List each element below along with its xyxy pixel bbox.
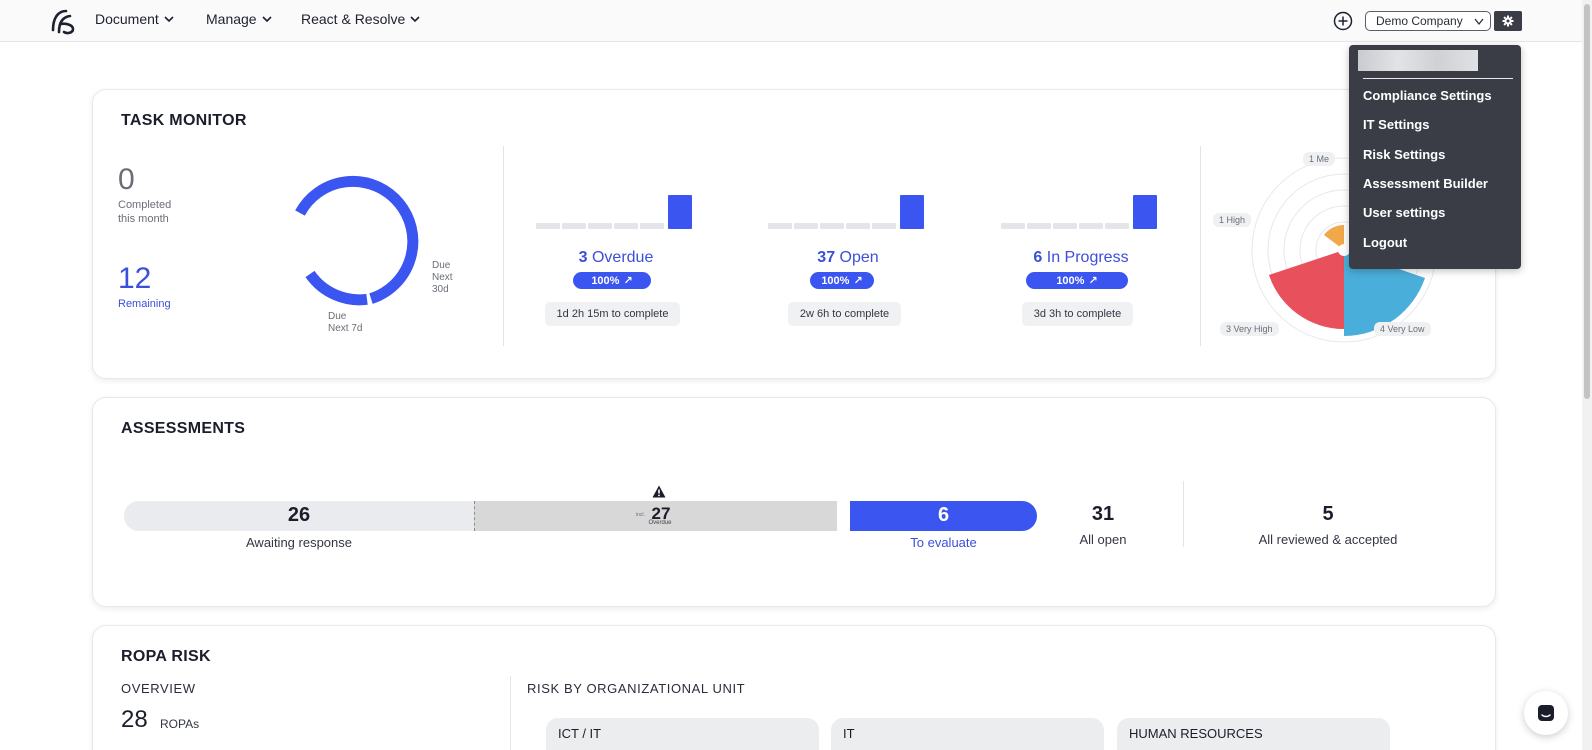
arrow-up-right-icon: ↗: [623, 275, 633, 287]
top-navigation: Document Manage React & Resolve Demo Com…: [0, 0, 1592, 42]
due-next-30d-label: Due Next 30d: [432, 260, 453, 295]
org-unit-ict-it[interactable]: ICT / IT: [546, 718, 819, 750]
nav-document[interactable]: Document: [95, 11, 174, 27]
menu-item-logout[interactable]: Logout: [1363, 235, 1407, 250]
assessments-card: ASSESSMENTS 26 Awaiting response incl. 2…: [92, 397, 1496, 607]
overdue-sublabel: Overdue: [648, 520, 672, 526]
chevron-down-icon: [1474, 18, 1484, 26]
scrollbar-thumb[interactable]: [1584, 4, 1590, 399]
due-next-7d-label: Due Next 7d: [328, 311, 363, 334]
reviewed-label: All reviewed & accepted: [1258, 532, 1398, 547]
awaiting-label: Awaiting response: [246, 535, 352, 550]
nav-react-resolve[interactable]: React & Resolve: [301, 11, 420, 27]
mini-bar-chart: [1001, 193, 1161, 229]
chat-button[interactable]: [1524, 691, 1568, 735]
org-unit-it[interactable]: IT: [831, 718, 1104, 750]
page-scrollbar[interactable]: [1582, 0, 1592, 750]
metric-label: Open: [839, 249, 879, 266]
chevron-down-icon: [164, 16, 174, 23]
risk-by-unit-label: RISK BY ORGANIZATIONAL UNIT: [527, 681, 746, 696]
ropa-count: 28: [121, 706, 148, 733]
warning-icon: [652, 485, 666, 498]
metric-count: 37: [817, 249, 836, 266]
divider: [503, 146, 504, 346]
ropa-risk-card: ROPA RISK OVERVIEW 28 ROPAs RISK BY ORGA…: [92, 625, 1496, 750]
percent-pill: 100% ↗: [810, 272, 874, 289]
radar-label-very-high: 3 Very High: [1220, 322, 1279, 336]
pill-value: 100%: [591, 274, 620, 287]
metric-count: 3: [578, 249, 588, 266]
add-icon[interactable]: [1333, 11, 1353, 31]
radar-label-very-low: 4 Very Low: [1374, 322, 1431, 336]
menu-separator: [1363, 78, 1513, 79]
card-title: ASSESSMENTS: [121, 420, 246, 437]
metric-title: 6 In Progress: [1001, 249, 1161, 267]
divider: [510, 676, 511, 750]
settings-button[interactable]: [1494, 11, 1522, 31]
menu-item-it-settings[interactable]: IT Settings: [1363, 117, 1429, 132]
org-unit-human-resources[interactable]: HUMAN RESOURCES: [1117, 718, 1390, 750]
overdue-prefix: incl.: [636, 512, 645, 518]
remaining-label: Remaining: [118, 298, 171, 310]
divider: [1200, 146, 1201, 346]
company-select-value: Demo Company: [1376, 14, 1463, 28]
completed-count: 0: [118, 163, 135, 196]
metric-label: In Progress: [1046, 249, 1129, 266]
task-monitor-card: TASK MONITOR 0 Completed this month 12 R…: [92, 89, 1496, 379]
menu-item-risk-settings[interactable]: Risk Settings: [1363, 147, 1445, 162]
menu-item-compliance-settings[interactable]: Compliance Settings: [1363, 88, 1492, 103]
all-open-label: All open: [1079, 532, 1127, 547]
nav-react-resolve-label: React & Resolve: [301, 11, 406, 27]
menu-item-assessment-builder[interactable]: Assessment Builder: [1363, 176, 1488, 191]
mini-bar-chart: [768, 193, 928, 229]
user-name-redacted: [1358, 50, 1478, 71]
card-title: TASK MONITOR: [121, 112, 247, 129]
to-evaluate-label[interactable]: To evaluate: [850, 535, 1037, 550]
metric-title: 37 Open: [768, 249, 928, 267]
app-logo-icon[interactable]: [48, 6, 78, 36]
gear-icon: [1502, 15, 1514, 27]
chevron-down-icon: [410, 16, 420, 23]
time-to-complete: 3d 3h to complete: [1022, 302, 1133, 326]
overview-label: OVERVIEW: [121, 681, 196, 696]
percent-pill: 100% ↗: [1026, 272, 1128, 289]
pill-value: 100%: [1056, 274, 1085, 287]
all-open-count: 31: [1091, 503, 1115, 525]
time-to-complete: 2w 6h to complete: [788, 302, 901, 326]
chat-icon: [1538, 705, 1554, 721]
mini-bar-chart: [536, 193, 696, 229]
company-select[interactable]: Demo Company: [1365, 11, 1491, 31]
pill-value: 100%: [821, 274, 850, 287]
completed-label: Completed this month: [118, 199, 172, 225]
time-to-complete: 1d 2h 15m to complete: [545, 302, 680, 326]
remaining-count: 12: [118, 262, 152, 295]
metric-count: 6: [1033, 249, 1043, 266]
radar-label-high: 1 High: [1213, 213, 1252, 227]
awaiting-count: 26: [287, 504, 311, 526]
metric-title: 3 Overdue: [536, 249, 696, 267]
menu-item-user-settings[interactable]: User settings: [1363, 205, 1445, 220]
arrow-up-right-icon: ↗: [1088, 275, 1098, 287]
due-donut-chart: [295, 175, 419, 306]
divider: [1183, 481, 1184, 547]
settings-dropdown-menu: Compliance Settings IT Settings Risk Set…: [1349, 45, 1521, 269]
percent-pill: 100% ↗: [573, 272, 651, 289]
arrow-up-right-icon: ↗: [853, 275, 863, 287]
to-evaluate-count: 6: [937, 504, 950, 526]
radar-label-medium: 1 Me: [1303, 152, 1336, 166]
metric-label: Overdue: [591, 249, 654, 266]
nav-manage-label: Manage: [206, 11, 257, 27]
nav-document-label: Document: [95, 11, 159, 27]
ropa-count-unit: ROPAs: [160, 717, 200, 731]
chevron-down-icon: [262, 16, 272, 23]
reviewed-count: 5: [1322, 503, 1334, 525]
card-title: ROPA RISK: [121, 648, 211, 665]
nav-manage[interactable]: Manage: [206, 11, 272, 27]
